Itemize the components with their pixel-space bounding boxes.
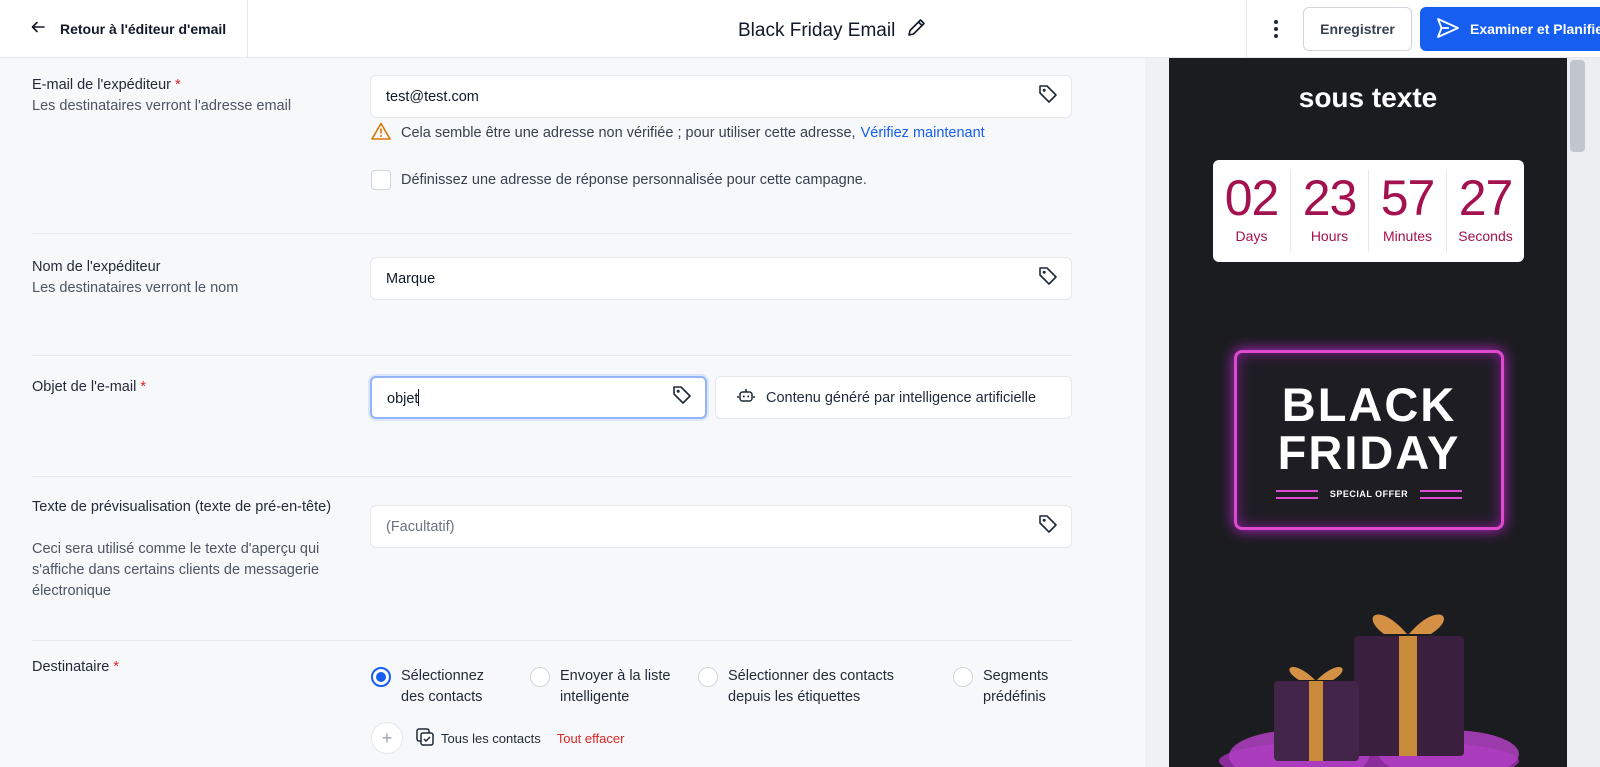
preview-text-help: Ceci sera utilisé comme le texte d'aperç… [32,541,320,599]
preview-heading: sous texte [1298,82,1438,113]
all-contacts-label: Tous les contacts [441,730,541,746]
preview-text-field[interactable]: (Facultatif) [370,505,1072,548]
tag-icon[interactable] [1037,265,1059,292]
radio-smart-list[interactable]: Envoyer à la liste intelligente [530,666,680,708]
back-label: Retour à l'éditeur d'email [60,21,227,37]
sender-name-field[interactable]: Marque [370,257,1072,300]
header-divider [1246,0,1247,58]
section-divider [32,233,1072,234]
banner-line-friday: FRIDAY [1277,426,1461,479]
recipient-label: Destinataire * [32,659,120,675]
black-friday-banner: BLACK FRIDAY SPECIAL OFFER [1234,350,1504,530]
ai-content-label: Contenu généré par intelligence artifici… [766,389,1037,406]
review-schedule-button[interactable]: Examiner et Planifier [1420,7,1600,51]
preview-scrollbar[interactable] [1567,58,1600,767]
kebab-menu-icon[interactable] [1264,16,1288,42]
countdown-timer: 02 Days 23 Hours 57 Minutes 27 Seconds [1213,160,1524,262]
ai-content-button[interactable]: Contenu généré par intelligence artifici… [715,376,1072,419]
special-offer-label: SPECIAL OFFER [1329,489,1409,499]
title-group: Black Friday Email [738,17,927,44]
all-contacts-chip[interactable]: Tous les contacts [415,727,541,750]
banner-line-black: BLACK [1281,378,1457,431]
subject-field[interactable]: objet [370,376,707,419]
warning-icon [371,122,391,144]
contacts-selection-row: + Tous les contacts Tout effacer [371,722,624,754]
radio-from-tags[interactable]: Sélectionner des contacts depuis les éti… [698,666,928,708]
campaign-settings-form: E-mail de l'expéditeur * Les destinataire… [0,58,1145,767]
countdown-minutes: 57 Minutes [1369,170,1447,252]
countdown-hours: 23 Hours [1291,170,1369,252]
sender-name-help: Les destinataires verront le nom [32,280,239,296]
special-offer-row: SPECIAL OFFER [1275,489,1463,499]
custom-reply-option: Définissez une adresse de réponse person… [371,170,867,190]
top-bar: Retour à l'éditeur d'email Black Friday … [0,0,1600,58]
section-divider [32,640,1072,641]
tag-icon[interactable] [1037,513,1059,540]
sender-name-label: Nom de l'expéditeur [32,259,161,275]
back-to-editor-button[interactable]: Retour à l'éditeur d'email [0,0,248,58]
verify-now-link[interactable]: Vérifiez maintenant [861,125,985,141]
sender-email-value: test@test.com [386,88,479,105]
robot-icon [736,387,756,409]
subject-value: objet [387,388,420,407]
preview-text-label: Texte de prévisualisation (texte de pré-… [32,499,332,515]
preview-text-placeholder: (Facultatif) [386,518,455,535]
sender-email-field[interactable]: test@test.com [370,75,1072,118]
sender-email-help: Les destinataires verront l'adresse emai… [32,98,292,114]
section-divider [32,476,1072,477]
clear-all-link[interactable]: Tout effacer [557,731,625,746]
custom-reply-checkbox[interactable] [371,170,391,190]
preview-gutter [1145,58,1169,767]
contacts-icon [415,727,435,750]
pencil-icon[interactable] [905,17,927,44]
countdown-seconds: 27 Seconds [1458,170,1513,244]
save-button[interactable]: Enregistrer [1303,7,1412,51]
radio-predefined-segments[interactable]: Segments prédéfinis [953,666,1063,708]
preview-scrollbar-thumb[interactable] [1570,60,1585,152]
subject-label: Objet de l'e-mail * [32,379,146,395]
unverified-warning: Cela semble être une adresse non vérifié… [371,122,985,144]
tag-icon[interactable] [1037,83,1059,110]
gift-boxes-image [1219,614,1519,767]
tag-icon[interactable] [671,384,693,411]
section-divider [32,355,1072,356]
plus-icon[interactable]: + [371,722,403,754]
review-schedule-label: Examiner et Planifier [1470,21,1600,37]
arrow-left-icon [30,19,46,40]
email-preview: sous texte 02 Days 23 Hours 57 Minutes 2… [1169,58,1567,767]
page-title: Black Friday Email [738,19,896,41]
countdown-days: 02 Days [1213,170,1291,252]
warning-text: Cela semble être une adresse non vérifié… [401,125,856,141]
send-icon [1436,17,1460,42]
custom-reply-label: Définissez une adresse de réponse person… [401,172,867,188]
radio-select-contacts[interactable]: Sélectionnez des contacts [371,666,499,708]
sender-email-label: E-mail de l'expéditeur * [32,77,181,93]
sender-name-value: Marque [386,270,436,287]
